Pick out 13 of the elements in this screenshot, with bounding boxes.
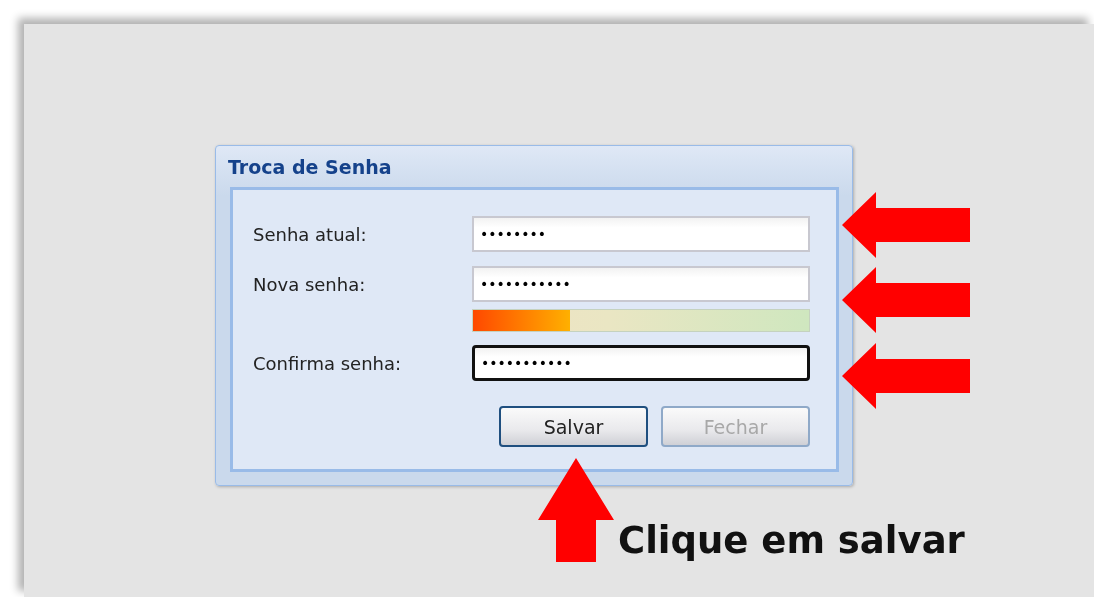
password-field[interactable]: ••••••••: [472, 216, 810, 252]
arrow-icon: [538, 458, 614, 562]
arrow-icon: [842, 192, 970, 258]
arrow-icon: [842, 267, 970, 333]
save-button[interactable]: Salvar: [499, 406, 648, 447]
password-field[interactable]: •••••••••••: [472, 345, 810, 381]
annotation-caption: Clique em salvar: [618, 519, 965, 562]
field-label: Senha atual:: [253, 223, 367, 245]
field-label: Nova senha:: [253, 273, 366, 295]
password-field[interactable]: •••••••••••: [472, 266, 810, 302]
field-label: Confirma senha:: [253, 352, 402, 374]
arrow-icon: [842, 343, 970, 409]
dialog-title: Troca de Senha: [228, 155, 392, 178]
